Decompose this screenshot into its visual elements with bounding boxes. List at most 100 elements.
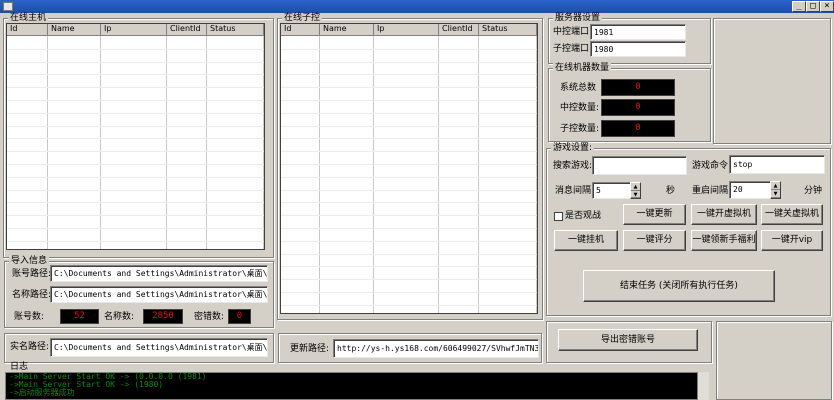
restart-interval-spinner[interactable]: ▲ ▼ — [770, 181, 781, 199]
grid-row-line — [7, 151, 264, 153]
password-error-label: 密错数: — [194, 312, 225, 322]
message-interval-label: 消息间隔: — [555, 186, 595, 196]
pk-checkbox-label: 是否观战 — [565, 211, 602, 221]
app-icon — [3, 2, 13, 11]
column-header-id[interactable]: Id — [281, 24, 320, 35]
account-count-label: 账号数: — [14, 312, 45, 322]
grid-row-line — [281, 100, 537, 101]
minimize-button[interactable]: _ — [792, 1, 806, 12]
central-count-display: 0 — [601, 99, 675, 116]
grid-row-line — [7, 61, 264, 63]
column-header-ip[interactable]: Ip — [101, 24, 167, 35]
column-header-status[interactable]: Status — [479, 24, 537, 35]
column-header-id[interactable]: Id — [7, 24, 48, 35]
grid-row-line — [281, 87, 537, 89]
grid-row-line — [281, 240, 537, 242]
grid-row-line — [7, 164, 264, 165]
close-vm-button[interactable]: 一键关虚拟机 — [761, 204, 823, 225]
account-path-label: 账号路径: — [12, 269, 52, 279]
central-port-input[interactable]: 1981 — [590, 24, 686, 40]
grid-row-line — [281, 74, 537, 76]
child-port-label: 子控端口: — [553, 44, 593, 54]
child-count-display: 0 — [601, 120, 675, 137]
grid-column-line — [319, 36, 320, 313]
name-count-label: 名称数: — [104, 312, 135, 322]
name-count-display: 2850 — [143, 309, 183, 324]
column-header-name[interactable]: Name — [320, 24, 374, 35]
realname-path-input[interactable]: C:\Documents and Settings\Administrator\… — [50, 338, 268, 357]
grid-row-line — [281, 228, 537, 229]
realname-path-label: 实名路径: — [10, 342, 50, 352]
grid-row-line — [281, 215, 537, 217]
maximize-button[interactable]: □ — [806, 1, 820, 12]
open-vm-button[interactable]: 一键开虚拟机 — [691, 204, 757, 225]
spin-up-icon[interactable]: ▲ — [771, 182, 780, 190]
log-scrollbar[interactable] — [697, 372, 709, 400]
online-children-table[interactable]: Id Name Ip ClientId Status — [280, 23, 538, 314]
message-interval-spinner[interactable]: ▲ ▼ — [630, 182, 641, 199]
log-console[interactable]: ->Main Server Start OK -> (0.0.0.0 (1981… — [5, 372, 709, 400]
export-password-error-button[interactable]: 导出密错账号 — [558, 329, 698, 351]
account-path-input[interactable]: C:\Documents and Settings\Administrator\… — [50, 265, 268, 282]
grid-column-line — [373, 36, 374, 313]
child-port-input[interactable]: 1980 — [590, 41, 686, 57]
grid-row-line — [7, 125, 264, 127]
grid-row-line — [7, 240, 264, 242]
newbie-bonus-button[interactable]: 一键领新手福利 — [691, 230, 757, 251]
column-header-status[interactable]: Status — [207, 24, 264, 35]
grid-column-line — [166, 36, 167, 249]
grid-row-line — [281, 304, 537, 306]
grid-row-line — [7, 228, 264, 229]
update-path-input[interactable]: http://ys-h.ys168.com/606499027/SVhwfJmT… — [333, 339, 539, 358]
close-button[interactable]: × — [820, 1, 834, 12]
grid-row-line — [281, 112, 537, 114]
grid-row-line — [7, 215, 264, 217]
hangup-button[interactable]: 一键挂机 — [554, 230, 618, 251]
search-game-input[interactable] — [592, 156, 687, 175]
account-count-display: 52 — [60, 309, 99, 324]
spin-down-icon[interactable]: ▼ — [771, 190, 780, 198]
column-header-clientid[interactable]: ClientId — [439, 24, 479, 35]
grid-column-line — [100, 36, 101, 249]
grid-column-line — [536, 36, 537, 313]
pk-checkbox[interactable] — [554, 212, 563, 221]
grid-column-line — [263, 36, 264, 249]
spin-up-icon[interactable]: ▲ — [631, 183, 640, 191]
table-header: Id Name Ip ClientId Status — [7, 24, 264, 36]
grid-row-line — [281, 189, 537, 191]
column-header-name[interactable]: Name — [48, 24, 101, 35]
table-body — [281, 36, 537, 313]
game-command-label: 游戏命令: — [692, 161, 732, 171]
machine-count-title: 在线机器数量 — [553, 63, 612, 74]
online-hosts-table[interactable]: Id Name Ip ClientId Status — [6, 23, 265, 250]
password-error-display: 0 — [228, 309, 251, 324]
game-command-input[interactable]: stop — [729, 155, 825, 174]
column-header-ip[interactable]: Ip — [374, 24, 439, 35]
message-interval-unit: 秒 — [666, 186, 676, 196]
child-count-label: 子控数量: — [560, 124, 600, 134]
update-button[interactable]: 一键更新 — [623, 204, 686, 225]
rate-button[interactable]: 一键评分 — [623, 230, 686, 251]
central-count-label: 中控数量: — [560, 103, 600, 113]
open-vip-button[interactable]: 一键开vip — [761, 230, 823, 251]
spin-down-icon[interactable]: ▼ — [631, 191, 640, 198]
restart-interval-input[interactable]: 20 — [729, 181, 775, 199]
grid-row-line — [281, 253, 537, 255]
name-path-input[interactable]: C:\Documents and Settings\Administrator\… — [50, 286, 268, 303]
grid-row-line — [7, 176, 264, 178]
grid-row-line — [281, 48, 537, 50]
grid-row-line — [281, 292, 537, 293]
grid-row-line — [7, 138, 264, 140]
grid-row-line — [7, 74, 264, 76]
side-panel-lower — [716, 321, 832, 400]
restart-interval-label: 重启间隔: — [692, 186, 732, 196]
import-info-title: 导入信息 — [9, 256, 50, 267]
grid-row-line — [7, 202, 264, 204]
column-header-clientid[interactable]: ClientId — [167, 24, 207, 35]
table-body — [7, 36, 264, 249]
end-task-button[interactable]: 结束任务 (关闭所有执行任务) — [583, 270, 775, 302]
title-bar: _ □ × — [0, 0, 834, 13]
grid-row-line — [7, 189, 264, 191]
total-count-label: 系统总数 — [560, 83, 597, 93]
table-header: Id Name Ip ClientId Status — [281, 24, 537, 36]
